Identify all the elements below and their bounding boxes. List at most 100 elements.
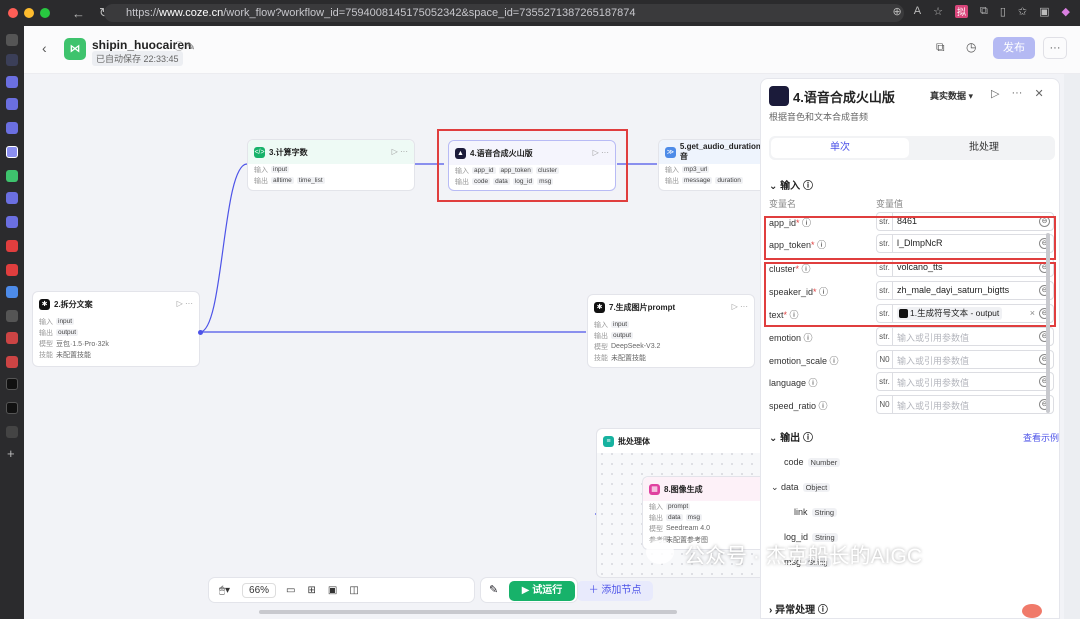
add-node-button[interactable]: ＋ 添加节点: [577, 581, 653, 601]
back-arrow-icon[interactable]: ‹: [42, 40, 47, 56]
tab-icon[interactable]: [6, 98, 18, 110]
watermark-text: 公众号 · 杰克船长的AIGC: [684, 545, 923, 568]
tab-icon[interactable]: [6, 310, 18, 322]
favorite-icon[interactable]: ☆: [933, 5, 943, 18]
param-placeholder: 输入或引用参数值: [897, 356, 970, 366]
tab-icon[interactable]: [6, 76, 18, 88]
output-name: data: [781, 482, 799, 492]
tab-icon[interactable]: [6, 426, 18, 438]
view-example-link[interactable]: 查看示例: [1023, 431, 1059, 444]
node-input: input: [56, 318, 75, 325]
param-input[interactable]: str. 输入或引用参数值 ⊖: [876, 327, 1054, 346]
real-data-dropdown[interactable]: 真实数据 ▾: [930, 89, 973, 102]
assistant-bubble[interactable]: [1022, 604, 1042, 618]
close-window-button[interactable]: [8, 8, 18, 18]
back-icon[interactable]: ←: [72, 6, 85, 21]
extensions-icon[interactable]: ⧉: [980, 5, 988, 18]
row-label: 输出: [665, 177, 679, 185]
output-row[interactable]: ⌄ data Object: [771, 482, 831, 493]
tab-batch[interactable]: 批处理: [915, 138, 1053, 158]
tiktok-tab-icon[interactable]: [6, 378, 18, 390]
browser-sidebar: +: [0, 26, 24, 619]
comment-icon[interactable]: ▭: [286, 585, 295, 596]
test-run-button[interactable]: ▶ 试运行: [509, 581, 575, 601]
copy-icon[interactable]: ⧉: [936, 40, 945, 55]
row-label: 输入: [39, 318, 53, 326]
sidebar-toggle-icon[interactable]: [6, 34, 18, 46]
tab-icon[interactable]: [6, 192, 18, 204]
node-actions[interactable]: ▷ ···: [177, 299, 193, 308]
error-section-header[interactable]: › 异常处理 ⓘ: [769, 601, 828, 616]
node-get-audio-duration[interactable]: ≫ 5.get_audio_duration音 输入 mp3_url 输出 messa…: [658, 139, 768, 191]
node-actions[interactable]: ▷ ···: [392, 147, 408, 156]
row-label: 输入: [254, 166, 268, 174]
favorites-bar-icon[interactable]: ✩: [1018, 5, 1027, 18]
mouse-mode-icon[interactable]: 🖱▾: [219, 585, 230, 596]
node-count-words[interactable]: </> 3.计算字数 ▷ ··· 输入 input 输出 alltime time_li…: [247, 139, 415, 191]
more-icon[interactable]: ···: [1011, 87, 1022, 100]
column-header-name: 变量名: [769, 199, 797, 209]
profile-badge[interactable]: 拟: [954, 5, 968, 18]
layout-icon[interactable]: ⊞: [308, 585, 316, 596]
param-placeholder: 输入或引用参数值: [897, 378, 970, 388]
run-icon[interactable]: ▷: [991, 87, 999, 100]
node-split-copy[interactable]: ✱ 2.拆分文案 ▷ ··· 输入 input 输出 output 模型 豆包·1.5·…: [32, 291, 200, 367]
param-type: N0: [877, 396, 893, 413]
collections-icon[interactable]: ▣: [1039, 5, 1049, 18]
param-placeholder: 输入或引用参数值: [897, 401, 970, 411]
node-output: output: [56, 329, 79, 336]
active-tab-icon[interactable]: [6, 146, 18, 158]
node-actions[interactable]: ▷ ···: [732, 302, 748, 311]
node-gen-image-prompt[interactable]: ✱ 7.生成图片prompt ▷ ··· 输入 input 输出 output 模型 D…: [587, 294, 755, 368]
tab-icon[interactable]: [6, 240, 18, 252]
tab-icon[interactable]: [6, 54, 18, 66]
debug-tool-icon[interactable]: ✎: [489, 583, 498, 596]
tab-icon[interactable]: [6, 286, 18, 298]
panel-title: 4.语音合成火山版: [793, 90, 895, 105]
tab-icon[interactable]: [6, 122, 18, 134]
image-icon[interactable]: ▣: [328, 585, 337, 596]
node-model: DeepSeek-V3.2: [611, 343, 661, 350]
publish-button[interactable]: 发布: [993, 37, 1035, 59]
more-options-button[interactable]: ···: [1043, 37, 1067, 59]
node-model: Seedream 4.0: [666, 525, 710, 532]
history-icon[interactable]: ◷: [966, 40, 976, 54]
copilot-icon[interactable]: ◆: [1062, 5, 1070, 18]
workflow-canvas[interactable]: ✱ 2.拆分文案 ▷ ··· 输入 input 输出 output 模型 豆包·1.5·…: [24, 74, 776, 619]
coze-workflow-app: ‹ ⋈ shipin_huocairen ⓘ ✎ 已自动保存 22:33:45 …: [24, 26, 1080, 619]
node-output: output: [611, 332, 634, 339]
zoom-icon[interactable]: ⊕: [893, 5, 902, 18]
output-section-header[interactable]: ⌄ 输出 ⓘ: [769, 429, 813, 444]
param-input[interactable]: N0 输入或引用参数值 ⊖: [876, 350, 1054, 369]
address-bar[interactable]: https://www.coze.cn/work_flow?workflow_i…: [104, 4, 904, 22]
node-title: 3.计算字数: [269, 147, 308, 157]
horizontal-scrollbar[interactable]: [259, 610, 677, 614]
zoom-select[interactable]: 66%: [242, 582, 277, 598]
input-section-header[interactable]: ⌄ 输入 ⓘ: [769, 177, 813, 192]
tab-single[interactable]: 单次: [771, 138, 909, 158]
minimize-window-button[interactable]: [24, 8, 34, 18]
param-input[interactable]: str. 输入或引用参数值 ⊖: [876, 372, 1054, 391]
read-aloud-icon[interactable]: A: [914, 5, 921, 18]
param-input[interactable]: N0 输入或引用参数值 ⊖: [876, 395, 1054, 414]
maximize-window-button[interactable]: [40, 8, 50, 18]
minimap-icon[interactable]: ◫: [349, 585, 358, 596]
node-image-gen[interactable]: ▦ 8.图像生成 输入 prompt 输出 data msg 模型 Seedream 4.…: [642, 476, 772, 550]
tab-icon[interactable]: [6, 216, 18, 228]
wechat-logo: [646, 540, 674, 564]
tab-icon[interactable]: [6, 332, 18, 344]
close-panel-icon[interactable]: ✕: [1034, 87, 1043, 100]
node-input: mp3_url: [682, 166, 710, 173]
url-path: /work_flow?workflow_id=75940081451750523…: [223, 7, 636, 19]
tiktok-tab-icon[interactable]: [6, 402, 18, 414]
tab-icon[interactable]: [6, 264, 18, 276]
tab-icon[interactable]: [6, 170, 18, 182]
new-tab-icon[interactable]: +: [7, 446, 15, 461]
node-input: input: [271, 166, 290, 173]
split-screen-icon[interactable]: ▯: [1000, 5, 1006, 18]
param-name: emotion_scale: [769, 356, 828, 366]
tab-icon[interactable]: [6, 356, 18, 368]
panel-scrollbar[interactable]: [1046, 233, 1050, 413]
output-port[interactable]: [198, 330, 203, 335]
add-node-label: 添加节点: [601, 585, 642, 596]
